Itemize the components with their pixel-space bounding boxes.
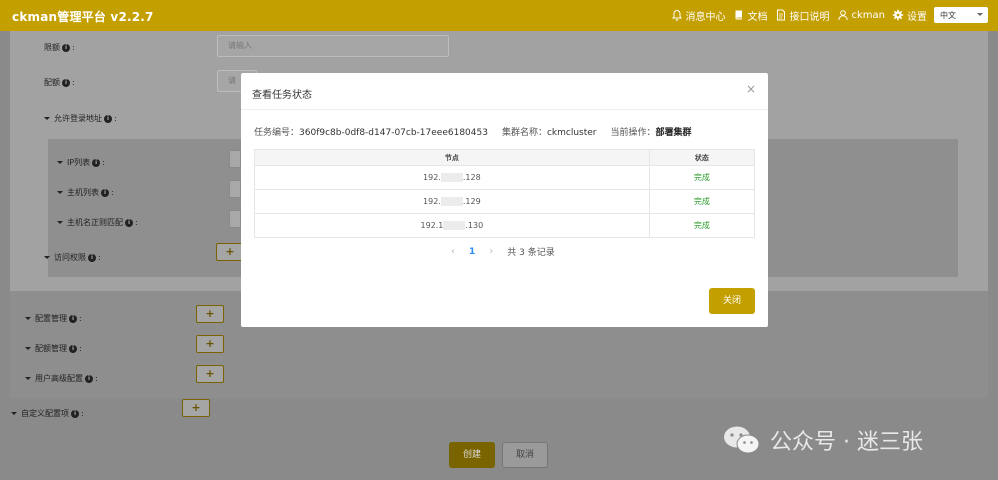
info-icon: i — [88, 253, 96, 262]
cancel-button[interactable]: 取消 — [502, 442, 548, 468]
wechat-icon — [724, 426, 760, 454]
quota-input[interactable]: 请输入 — [217, 35, 449, 57]
node-ip: 192. .129 — [254, 189, 650, 214]
access-label[interactable]: 访问权限 i: — [44, 252, 101, 263]
nav-user[interactable]: ckman — [837, 9, 886, 21]
custom-config-add-button[interactable]: + — [182, 399, 210, 417]
quota-label: 限额 i: — [44, 43, 75, 52]
header-nav: 消息中心 文档 接口说明 ckman 设置 中文 — [671, 7, 988, 23]
config-mgmt-label[interactable]: 配置管理 i: — [25, 313, 82, 324]
prev-page-icon[interactable]: ‹ — [451, 246, 455, 257]
next-page-icon[interactable]: › — [489, 246, 493, 257]
ip-list-add-button[interactable] — [229, 150, 241, 168]
node-status: 完成 — [648, 189, 756, 214]
current-op: 当前操作：部署集群 — [610, 128, 692, 138]
node-ip: 192.1.130 — [254, 213, 650, 238]
host-regex-label[interactable]: 主机名正则匹配 i: — [57, 217, 138, 228]
task-id: 任务编号：360f9c8b-0df8-d147-07cb-17eee618045… — [254, 128, 488, 138]
nav-user-label: ckman — [851, 9, 886, 21]
nav-docs-label: 文档 — [747, 11, 768, 23]
nav-messages[interactable]: 消息中心 — [671, 8, 726, 23]
node-ip: 192. .128 — [254, 165, 650, 190]
language-select[interactable]: 中文 — [934, 7, 988, 23]
host-regex-add-button[interactable] — [229, 210, 241, 228]
caret-down-icon — [57, 161, 63, 164]
caret-down-icon — [25, 317, 31, 320]
modal-divider — [241, 109, 768, 110]
info-icon: i — [85, 374, 93, 383]
document-icon — [776, 9, 785, 21]
top-bar: ckman管理平台 v2.2.7 消息中心 文档 接口说明 ckman 设置 中… — [0, 0, 998, 31]
column-status: 状态 — [648, 149, 756, 166]
info-icon: i — [92, 158, 101, 167]
node-status-table: 节点 状态 192. .128 完成 192. .129 完成 192.1.130 … — [254, 149, 756, 238]
node-status: 完成 — [648, 165, 756, 190]
host-list-label[interactable]: 主机列表 i: — [57, 187, 114, 198]
caret-down-icon — [44, 117, 50, 120]
nav-settings-label: 设置 — [907, 11, 927, 23]
info-icon: i — [69, 314, 77, 323]
cluster-name: 集群名称：ckmcluster — [501, 128, 597, 138]
caret-down-icon — [57, 221, 63, 224]
nav-messages-label: 消息中心 — [685, 11, 726, 23]
app-title[interactable]: ckman管理平台 v2.2.7 — [12, 8, 154, 25]
user-advanced-add-button[interactable]: + — [196, 365, 224, 383]
custom-config-label[interactable]: 自定义配置项 i: — [11, 408, 84, 419]
watermark-text: 公众号 · 迷三张 — [770, 430, 923, 455]
host-list-add-button[interactable] — [229, 180, 241, 198]
info-icon: i — [69, 344, 77, 353]
table-header-row: 节点 状态 — [254, 149, 756, 166]
table-row: 192.1.130 完成 — [254, 213, 756, 238]
redaction-mask — [443, 221, 466, 230]
gear-icon — [892, 9, 904, 21]
task-status-modal: 查看任务状态 × 任务编号：360f9c8b-0df8-d147-07cb-17… — [241, 73, 768, 327]
nav-settings[interactable]: 设置 — [892, 8, 927, 23]
node-status: 完成 — [648, 213, 756, 238]
book-icon — [735, 10, 742, 20]
close-icon[interactable]: × — [746, 82, 756, 96]
nav-docs[interactable]: 文档 — [733, 8, 768, 23]
caret-down-icon — [25, 377, 31, 380]
caret-down-icon — [25, 347, 31, 350]
modal-title: 查看任务状态 — [252, 90, 312, 101]
nav-api-label: 接口说明 — [789, 11, 830, 23]
profile-label: 配额 i: — [44, 78, 75, 87]
table-row: 192. .128 完成 — [254, 165, 756, 190]
pagination: ‹ 1 › 共 3 条记录 — [451, 245, 555, 258]
config-mgmt-add-button[interactable]: + — [196, 305, 224, 323]
allow-login-label[interactable]: 允许登录地址 i: — [44, 113, 117, 124]
caret-down-icon — [57, 191, 63, 194]
create-button[interactable]: 创建 — [449, 442, 495, 468]
page-number[interactable]: 1 — [469, 247, 475, 257]
user-icon — [837, 10, 848, 21]
access-add-button[interactable]: + — [216, 243, 244, 261]
info-icon: i — [62, 78, 70, 87]
task-info: 任务编号：360f9c8b-0df8-d147-07cb-17eee618045… — [254, 125, 692, 138]
table-row: 192. .129 完成 — [254, 189, 756, 214]
quota-mgmt-add-button[interactable]: + — [196, 335, 224, 353]
info-icon: i — [125, 218, 133, 227]
user-advanced-label[interactable]: 用户高级配置 i: — [25, 373, 98, 384]
nav-api[interactable]: 接口说明 — [775, 8, 830, 23]
ip-list-label[interactable]: IP列表 i: — [57, 157, 105, 168]
quota-mgmt-label[interactable]: 配额管理 i: — [25, 343, 82, 354]
close-button[interactable]: 关闭 — [709, 288, 755, 314]
caret-down-icon — [44, 256, 50, 259]
info-icon: i — [104, 114, 112, 123]
bell-icon — [671, 9, 682, 21]
info-icon: i — [62, 43, 70, 52]
caret-down-icon — [11, 412, 17, 415]
column-node: 节点 — [254, 149, 650, 166]
watermark: 公众号 · 迷三张 — [722, 424, 923, 456]
redaction-mask — [440, 173, 463, 182]
info-icon: i — [71, 409, 79, 418]
total-records: 共 3 条记录 — [507, 248, 555, 258]
info-icon: i — [101, 188, 109, 197]
redaction-mask — [440, 197, 463, 206]
